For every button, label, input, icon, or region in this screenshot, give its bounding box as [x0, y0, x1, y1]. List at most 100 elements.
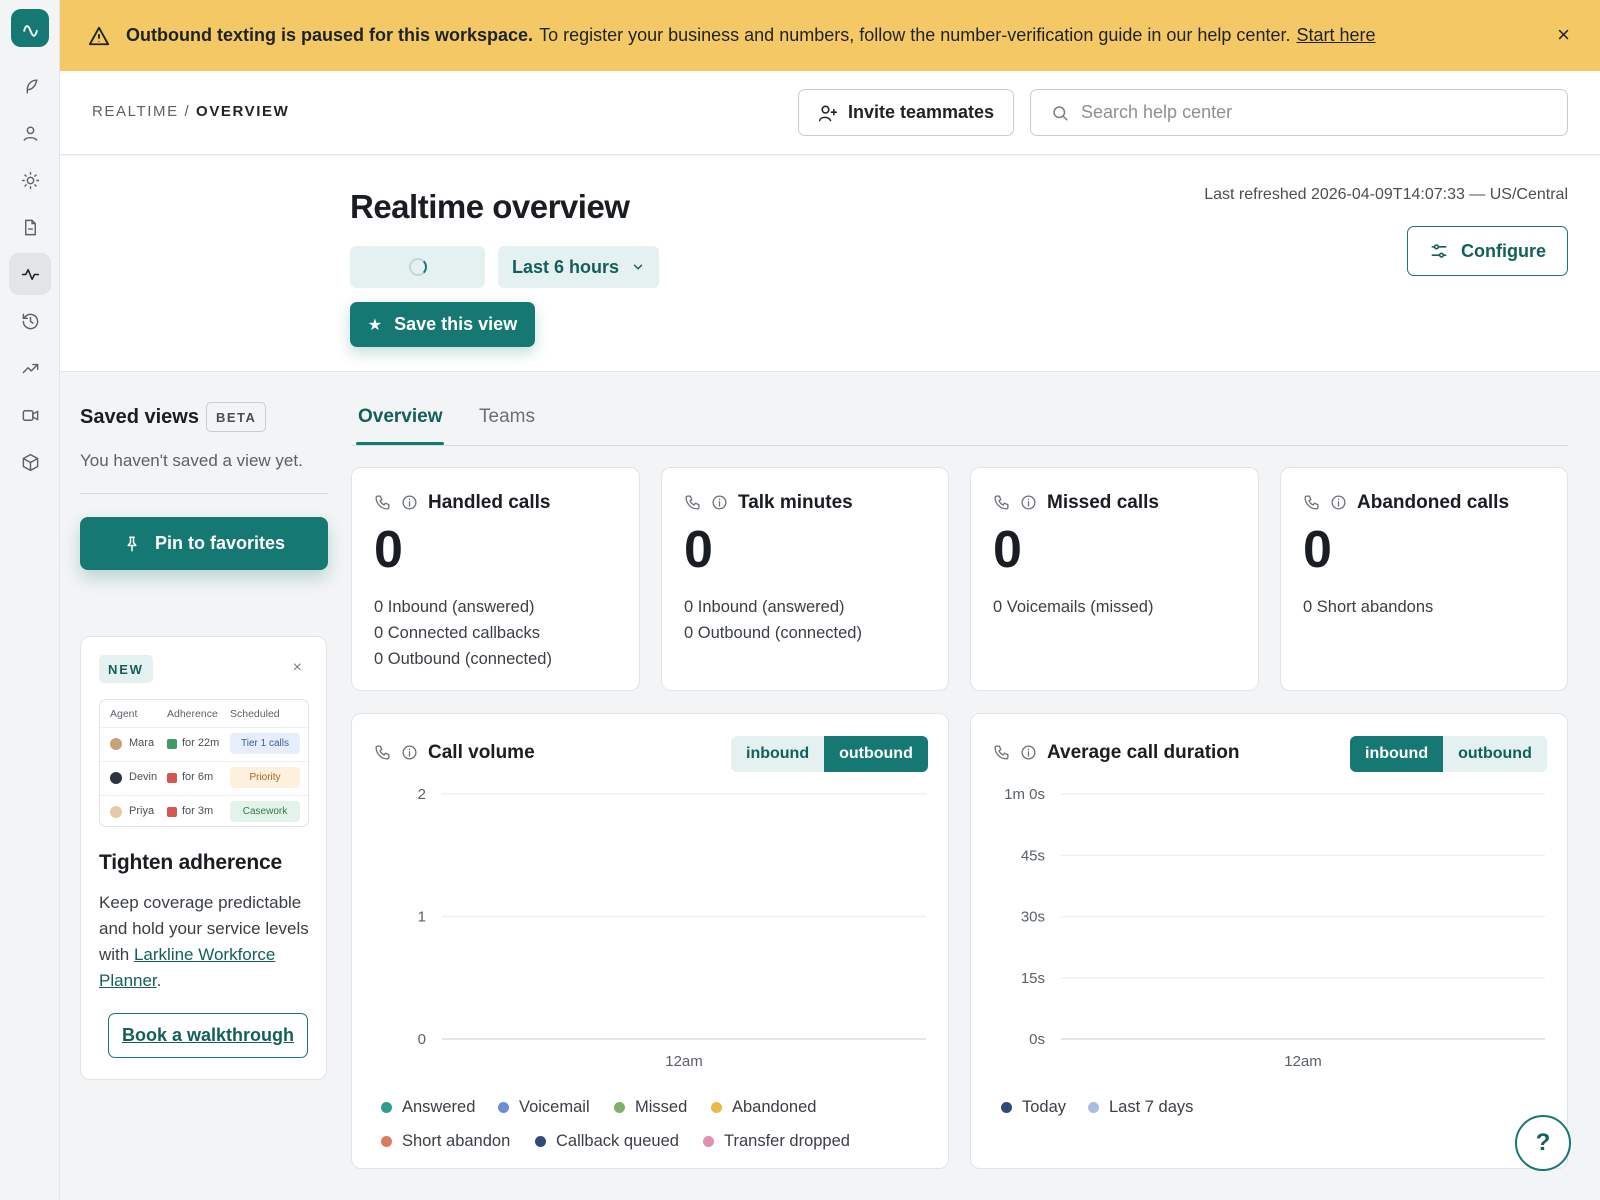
metric-breakdown: 0 Inbound (answered) 0 Connected callbac… — [374, 594, 552, 672]
activity-icon[interactable] — [9, 253, 51, 295]
active-tab-indicator — [356, 442, 444, 445]
metric-line: 0 Inbound (answered) — [684, 598, 845, 616]
user-icon[interactable] — [9, 112, 51, 154]
adherence-status-icon — [167, 807, 177, 817]
legend-dot-icon — [381, 1136, 392, 1147]
adherence-preview-table: Agent Adherence Scheduled Mara for 22m T… — [99, 699, 309, 827]
promo-title: Tighten adherence — [99, 851, 282, 874]
info-icon[interactable] — [401, 494, 418, 511]
top-header: REALTIME / OVERVIEW Invite teammates — [60, 71, 1600, 155]
mini-duration: for 6m — [182, 771, 214, 783]
info-icon[interactable] — [1330, 494, 1347, 511]
legend-label: Missed — [635, 1098, 688, 1116]
legend-item[interactable]: Short abandon — [381, 1132, 510, 1151]
banner-text: To register your business and numbers, f… — [539, 25, 1291, 45]
legend-dot-icon — [614, 1102, 625, 1113]
warning-icon — [88, 26, 110, 45]
invite-teammates-button[interactable]: Invite teammates — [798, 89, 1014, 136]
breadcrumb: REALTIME / OVERVIEW — [92, 103, 289, 120]
info-icon[interactable] — [1020, 494, 1037, 511]
legend-item[interactable]: Missed — [614, 1098, 687, 1117]
phone-icon — [994, 495, 1009, 510]
metric-card-talk-minutes: Talk minutes 0 0 Inbound (answered) 0 Ou… — [661, 467, 949, 691]
legend-item[interactable]: Transfer dropped — [703, 1132, 850, 1151]
video-icon[interactable] — [9, 394, 51, 436]
help-button[interactable]: ? — [1515, 1115, 1571, 1171]
legend-item[interactable]: Callback queued — [535, 1132, 679, 1151]
page-title: Realtime overview — [350, 188, 630, 225]
sidebar-divider — [80, 493, 328, 494]
metric-card-missed-calls: Missed calls 0 0 Voicemails (missed) — [970, 467, 1259, 691]
save-view-label: Save this view — [394, 314, 518, 334]
document-icon[interactable] — [9, 206, 51, 248]
loading-spinner-icon — [408, 258, 427, 276]
sliders-icon — [1431, 244, 1447, 258]
legend-label: Transfer dropped — [724, 1132, 850, 1150]
loading-filter-pill[interactable] — [350, 246, 485, 288]
x-tick-label: 12am — [1284, 1053, 1322, 1070]
mini-tag: Casework — [230, 801, 300, 822]
search-box[interactable] — [1030, 89, 1568, 136]
mini-duration: for 3m — [182, 805, 214, 817]
mini-row: Devin for 6m Priority — [100, 762, 308, 794]
x-tick-label: 12am — [665, 1053, 703, 1070]
left-nav-rail — [0, 0, 60, 1200]
mini-header-scheduled: Scheduled — [230, 708, 280, 720]
promo-card: NEW × Agent Adherence Scheduled Mara for… — [80, 636, 327, 1080]
promo-close-icon[interactable]: × — [293, 659, 302, 677]
configure-button[interactable]: Configure — [1407, 226, 1568, 276]
saved-views-empty-text: You haven't saved a view yet. — [80, 451, 303, 470]
history-icon[interactable] — [9, 300, 51, 342]
avatar — [110, 806, 122, 818]
avatar — [110, 738, 122, 750]
invite-label: Invite teammates — [847, 102, 995, 122]
metric-value: 0 — [993, 521, 1022, 579]
app-logo-icon[interactable] — [11, 9, 49, 47]
legend-item[interactable]: Today — [1001, 1098, 1066, 1117]
save-view-button[interactable]: ★ Save this view — [350, 302, 535, 347]
sun-icon[interactable] — [9, 159, 51, 201]
info-icon[interactable] — [711, 494, 728, 511]
mini-tag: Tier 1 calls — [230, 733, 300, 754]
book-walkthrough-button[interactable]: Book a walkthrough — [108, 1013, 308, 1058]
banner-start-link[interactable]: Start here — [1296, 25, 1375, 46]
adherence-status-icon — [167, 773, 177, 783]
banner-close-icon[interactable]: × — [1557, 24, 1570, 46]
configure-label: Configure — [1461, 240, 1546, 261]
y-tick-label: 1 — [418, 909, 426, 926]
metric-line: 0 Short abandons — [1303, 598, 1434, 616]
legend-item[interactable]: Answered — [381, 1098, 475, 1117]
legend-label: Answered — [402, 1098, 476, 1116]
feather-icon[interactable] — [9, 65, 51, 107]
mini-agent: Devin — [129, 771, 158, 783]
search-input[interactable] — [1081, 102, 1521, 123]
legend-item[interactable]: Last 7 days — [1088, 1098, 1193, 1117]
metric-title: Missed calls — [1047, 492, 1159, 513]
metric-card-handled-calls: Handled calls 0 0 Inbound (answered) 0 C… — [351, 467, 640, 691]
trend-icon[interactable] — [9, 347, 51, 389]
legend-item[interactable]: Voicemail — [498, 1098, 590, 1117]
pin-to-favorites-button[interactable]: Pin to favorites — [80, 517, 328, 570]
mini-row: Priya for 3m Casework — [100, 796, 308, 828]
star-icon: ★ — [367, 316, 383, 334]
breadcrumb-parent[interactable]: REALTIME — [92, 103, 179, 120]
cube-icon[interactable] — [9, 441, 51, 483]
legend-dot-icon — [711, 1102, 722, 1113]
page-header: Realtime overview Last refreshed 2026-04… — [60, 156, 1600, 372]
legend-item[interactable]: Abandoned — [711, 1098, 816, 1117]
legend-dot-icon — [1001, 1102, 1012, 1113]
avg-duration-chart: 0s 15s 30s 45s 1m 0s 12am — [1004, 786, 1545, 1070]
tab-overview[interactable]: Overview — [358, 406, 443, 428]
legend-label: Short abandon — [402, 1132, 511, 1150]
mini-header-adherence: Adherence — [167, 708, 218, 720]
chevron-down-icon — [633, 264, 643, 270]
pin-label: Pin to favorites — [154, 533, 286, 553]
avatar — [110, 772, 122, 784]
legend-dot-icon — [703, 1136, 714, 1147]
call-volume-card: Call volume inbound outbound 0 1 2 12am Ans… — [351, 713, 949, 1169]
time-range-dropdown[interactable]: Last 6 hours — [498, 246, 659, 288]
y-tick-label: 0 — [418, 1031, 426, 1048]
y-tick-label: 30s — [1021, 909, 1045, 926]
call-volume-chart: 0 1 2 12am — [418, 786, 926, 1070]
tab-teams[interactable]: Teams — [479, 406, 535, 428]
